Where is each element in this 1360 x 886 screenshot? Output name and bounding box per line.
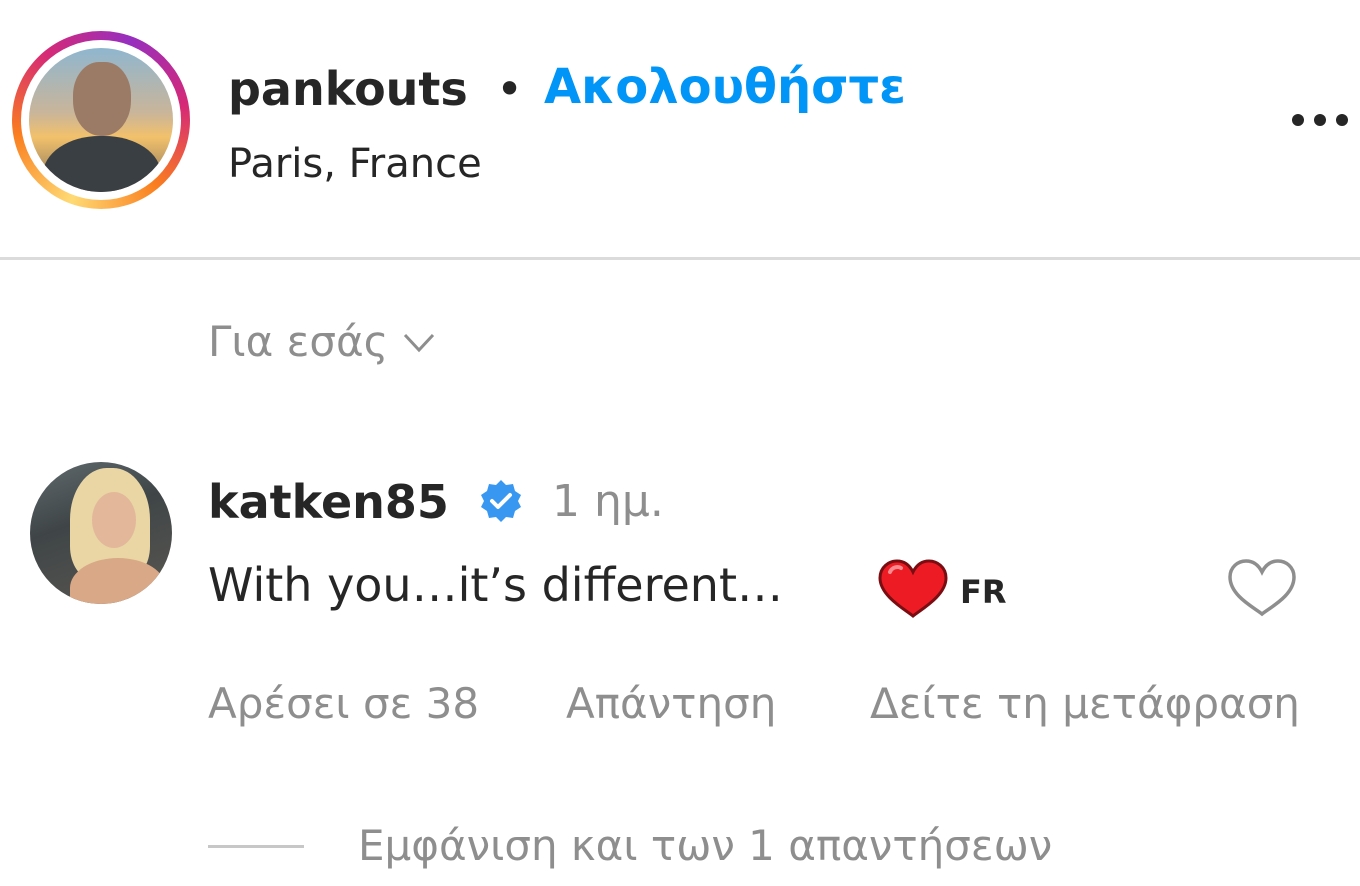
heart-outline-icon[interactable] — [1224, 556, 1300, 620]
comment-text: With you…it’s different… — [208, 558, 783, 612]
post-header: pankouts • Ακολουθήστε Paris, France — [0, 0, 1360, 258]
comment-timestamp[interactable]: 1 ημ. — [552, 474, 664, 530]
divider — [0, 257, 1360, 260]
see-translation-button[interactable]: Δείτε τη μετάφραση — [870, 676, 1300, 732]
comment-sort-label: Για εσάς — [208, 317, 389, 366]
story-ring[interactable] — [12, 31, 190, 209]
more-options-icon[interactable] — [1282, 102, 1360, 136]
commenter-username[interactable]: katken85 — [208, 474, 449, 530]
chevron-down-icon — [404, 333, 435, 353]
language-tag: FR — [960, 573, 1007, 611]
post-location[interactable]: Paris, France — [228, 140, 482, 188]
commenter-avatar[interactable] — [30, 462, 172, 604]
comment-sort-dropdown[interactable]: Για εσάς — [208, 312, 439, 372]
replies-divider-line — [208, 845, 304, 848]
follow-button[interactable]: Ακολουθήστε — [544, 60, 906, 114]
red-heart-emoji-icon — [878, 559, 948, 618]
post-owner-username[interactable]: pankouts — [228, 62, 468, 116]
view-replies-button[interactable]: Εμφάνιση και των 1 απαντήσεων — [358, 818, 1052, 874]
comment-likes-count[interactable]: Αρέσει σε 38 — [208, 676, 479, 732]
separator-dot: • — [496, 62, 524, 116]
reply-button[interactable]: Απάντηση — [566, 676, 776, 732]
instagram-post-comments: pankouts • Ακολουθήστε Paris, France Για… — [0, 0, 1360, 886]
verified-badge-icon — [481, 480, 521, 522]
avatar — [29, 48, 173, 192]
